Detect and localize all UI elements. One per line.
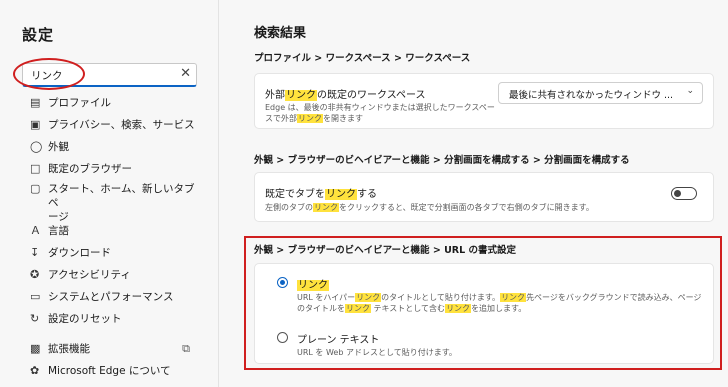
sidebar-item-profile[interactable]: ▤ プロファイル <box>30 96 208 116</box>
laptop-icon: ▭ <box>30 290 41 303</box>
sidebar-item-label-wrap: スタート、ホーム、新しいタブ ペ ージ <box>48 182 208 224</box>
sidebar-item-default-browser[interactable]: □ 既定のブラウザー <box>30 162 208 182</box>
search-input[interactable]: リンク ✕ <box>22 63 197 87</box>
setting-card-split-screen: 既定でタブをリンクする 左側のタブのリンクをクリックすると、既定で分割画面の各タ… <box>254 172 714 222</box>
browser-icon: □ <box>30 162 41 175</box>
sidebar: 設定 リンク ✕ ▤ プロファイル ▣ プライバシー、検索、サービス ◯ 外観 … <box>0 0 219 387</box>
reset-icon: ↻ <box>30 312 40 325</box>
chevron-down-icon: ⌄ <box>686 86 694 96</box>
split-screen-toggle[interactable] <box>671 187 697 200</box>
sidebar-item-label: プライバシー、検索、サービス <box>48 119 195 131</box>
accessibility-icon: ✪ <box>30 268 40 281</box>
search-value: リンク <box>31 70 63 82</box>
setting-description: 左側のタブのリンクをクリックすると、既定で分割画面の各タブで右側のタブに開きます… <box>265 202 594 213</box>
breadcrumb: 外観 > ブラウザーのビヘイビアーと機能 > 分割画面を構成する > 分割画面を… <box>254 155 630 166</box>
lock-icon: ▣ <box>30 118 41 131</box>
option-title: プレーン テキスト <box>297 335 380 346</box>
sidebar-item-reset[interactable]: ↻ 設定のリセット <box>30 312 208 332</box>
sidebar-item-system[interactable]: ▭ システムとパフォーマンス <box>30 290 208 310</box>
workspace-select[interactable]: 最後に共有されなかったウィンドウ ... ⌄ <box>498 82 703 104</box>
desc-text: 先ページをバックグラウンドで読み込み、ページ <box>526 293 702 302</box>
sidebar-item-language[interactable]: Ａ 言語 <box>30 224 208 244</box>
sidebar-item-label: 言語 <box>48 225 69 237</box>
sidebar-item-appearance[interactable]: ◯ 外観 <box>30 140 208 160</box>
sidebar-item-start-home[interactable]: ▢ スタート、ホーム、新しいタブ ペ ージ <box>30 182 208 223</box>
highlight: リンク <box>285 90 317 101</box>
title-text: する <box>357 189 377 200</box>
highlight: リンク <box>345 304 371 313</box>
desc-text: のタイトルとして貼り付けます。 <box>381 293 501 302</box>
highlight: リンク <box>297 280 329 291</box>
desc-text: を追加します。 <box>471 304 527 313</box>
desc-text: URL をハイパー <box>297 293 356 302</box>
sidebar-item-privacy[interactable]: ▣ プライバシー、検索、サービス <box>30 118 208 138</box>
option-description: URL を Web アドレスとして貼り付けます。 <box>297 348 457 357</box>
close-icon[interactable]: ✕ <box>180 66 191 81</box>
select-value: 最後に共有されなかったウィンドウ ... <box>509 90 674 101</box>
toggle-knob <box>674 190 681 197</box>
title-text: 既定でタブを <box>265 189 325 200</box>
setting-card-workspace: 外部リンクの既定のワークスペース Edge は、最後の非共有ウィンドウまたは選択… <box>254 73 714 129</box>
sidebar-item-label: システムとパフォーマンス <box>48 291 174 303</box>
sidebar-item-label-cont: ージ <box>47 211 69 223</box>
sidebar-item-label: 拡張機能 <box>48 343 90 355</box>
sidebar-item-label: Microsoft Edge について <box>48 365 171 377</box>
palette-icon: ◯ <box>30 140 43 153</box>
highlight: リンク <box>297 114 323 123</box>
option-title: リンク <box>297 276 329 291</box>
sidebar-item-label: プロファイル <box>48 97 111 109</box>
setting-title: 既定でタブをリンクする <box>265 185 377 200</box>
title-text: の既定のワークスペース <box>317 90 426 101</box>
sidebar-item-label: 設定のリセット <box>48 313 122 325</box>
highlight: リンク <box>325 189 357 200</box>
setting-description: Edge は、最後の非共有ウィンドウまたは選択したワークスペー スで外部リンクを… <box>265 102 495 124</box>
breadcrumb: 外観 > ブラウザーのビヘイビアーと機能 > URL の書式設定 <box>254 245 516 256</box>
sidebar-item-label: ダウンロード <box>48 247 111 259</box>
highlight: リンク <box>313 203 339 212</box>
desc-text: のタイトルを <box>297 304 345 313</box>
desc-text: を開きます <box>323 114 363 123</box>
extensions-icon: ▩ <box>30 342 41 355</box>
desc-text: 左側のタブの <box>265 203 313 212</box>
breadcrumb: プロファイル > ワークスペース > ワークスペース <box>254 53 471 64</box>
sidebar-item-label: 既定のブラウザー <box>48 163 132 175</box>
sidebar-item-label: アクセシビリティ <box>48 269 131 281</box>
highlight: リンク <box>355 293 382 302</box>
title-text: 外部 <box>265 90 285 101</box>
download-icon: ↧ <box>30 246 40 259</box>
sidebar-item-about[interactable]: ✿ Microsoft Edge について <box>30 364 208 384</box>
desc-text: をクリックすると、既定で分割画面の各タブで右側のタブに開きます。 <box>339 203 594 212</box>
edge-icon: ✿ <box>30 364 40 377</box>
main-content: 検索結果 プロファイル > ワークスペース > ワークスペース 外部リンクの既定… <box>219 0 728 387</box>
language-icon: Ａ <box>30 224 41 237</box>
highlight: リンク <box>500 293 527 302</box>
sidebar-item-downloads[interactable]: ↧ ダウンロード <box>30 246 208 266</box>
sidebar-item-label: 外観 <box>48 141 69 153</box>
external-link-icon: ⧉ <box>182 342 190 355</box>
sidebar-item-label: スタート、ホーム、新しいタブ ペ <box>47 183 195 209</box>
setting-card-url-format: リンク URL をハイパーリンクのタイトルとして貼り付けます。リンク先ページをバ… <box>254 263 714 364</box>
settings-title: 設定 <box>22 26 55 44</box>
setting-title: 外部リンクの既定のワークスペース <box>265 86 426 101</box>
radio-plain-text[interactable] <box>277 332 288 343</box>
sidebar-item-accessibility[interactable]: ✪ アクセシビリティ <box>30 268 208 288</box>
radio-link[interactable] <box>277 277 288 288</box>
home-icon: ▢ <box>30 182 41 195</box>
option-description: URL をハイパーリンクのタイトルとして貼り付けます。リンク先ページをバックグラ… <box>297 292 701 314</box>
sidebar-item-extensions[interactable]: ▩ 拡張機能 ⧉ <box>30 342 208 362</box>
profile-icon: ▤ <box>30 96 41 109</box>
desc-text: スで外部 <box>265 114 297 123</box>
page-title: 検索結果 <box>254 26 307 41</box>
highlight: リンク <box>445 304 472 313</box>
desc-text: テキストとして含む <box>371 304 446 313</box>
desc-text: Edge は、最後の非共有ウィンドウまたは選択したワークスペー <box>265 103 495 112</box>
